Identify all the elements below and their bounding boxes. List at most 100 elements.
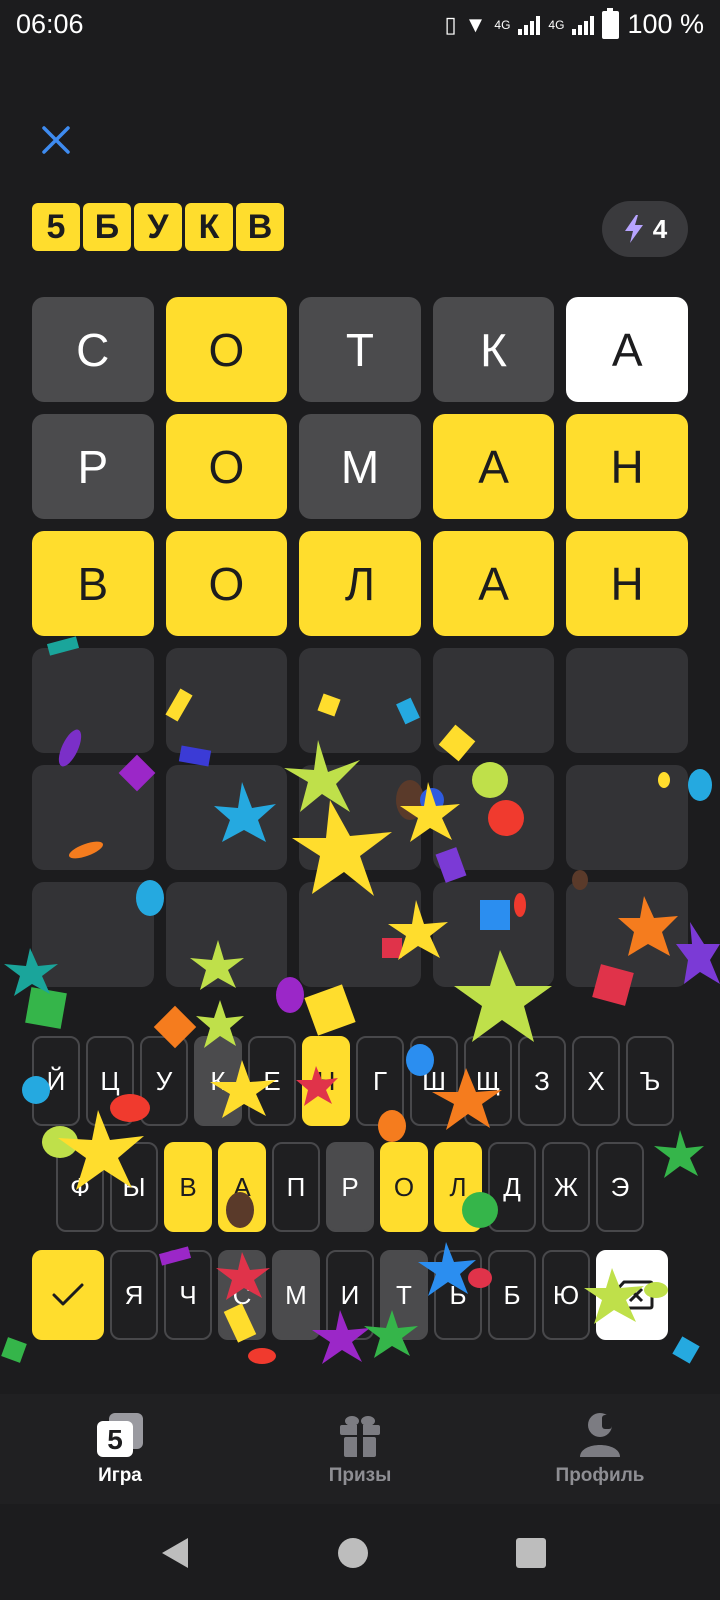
- key[interactable]: И: [326, 1250, 374, 1340]
- grid-tile: К: [432, 297, 555, 402]
- status-bar: 06:06 ▯ ▼ 4G 4G 100 %: [0, 0, 720, 50]
- key[interactable]: Н: [302, 1036, 350, 1126]
- key[interactable]: Г: [356, 1036, 404, 1126]
- key[interactable]: Й: [32, 1036, 80, 1126]
- key[interactable]: К: [194, 1036, 242, 1126]
- grid-row: [32, 882, 688, 987]
- signal-icon-2: [572, 15, 595, 35]
- battery-level: 100 %: [627, 9, 704, 39]
- grid-tile: Р: [32, 414, 154, 519]
- battery-icon: [602, 7, 620, 39]
- grid-tile-empty: [432, 648, 555, 753]
- back-icon[interactable]: [158, 1536, 192, 1570]
- grid-tile-empty: [566, 882, 688, 987]
- logo-letter: У: [134, 203, 182, 251]
- grid-tile: А: [432, 531, 555, 636]
- key[interactable]: А: [218, 1142, 266, 1232]
- key[interactable]: Ш: [410, 1036, 458, 1126]
- grid-tile: О: [165, 531, 288, 636]
- nav-item-profile[interactable]: Профиль: [480, 1394, 720, 1504]
- grid-tile: Н: [566, 531, 688, 636]
- network-type-2: 4G: [548, 17, 565, 32]
- status-time: 06:06: [16, 9, 84, 39]
- keyboard-row-1: ЙЦУКЕНГШЩЗХЪ: [32, 1036, 674, 1126]
- energy-counter[interactable]: 4: [602, 201, 688, 257]
- grid-tile: С: [32, 297, 154, 402]
- key[interactable]: Я: [110, 1250, 158, 1340]
- gift-icon: [340, 1416, 380, 1457]
- key[interactable]: З: [518, 1036, 566, 1126]
- key[interactable]: Ж: [542, 1142, 590, 1232]
- key[interactable]: Ф: [56, 1142, 104, 1232]
- vibrate-icon: ▯: [444, 11, 457, 37]
- key[interactable]: Р: [326, 1142, 374, 1232]
- grid-tile-empty: [299, 765, 421, 870]
- nav-label-game: Игра: [98, 1465, 142, 1486]
- key[interactable]: Д: [488, 1142, 536, 1232]
- key[interactable]: Ь: [434, 1250, 482, 1340]
- key[interactable]: В: [164, 1142, 212, 1232]
- grid-tile-empty: [32, 882, 154, 987]
- key[interactable]: Ъ: [626, 1036, 674, 1126]
- recents-icon[interactable]: [514, 1536, 548, 1570]
- profile-icon: [580, 1413, 620, 1457]
- grid-tile: Л: [299, 531, 421, 636]
- key[interactable]: С: [218, 1250, 266, 1340]
- key[interactable]: У: [140, 1036, 188, 1126]
- wifi-icon: ▼: [464, 11, 487, 37]
- key[interactable]: П: [272, 1142, 320, 1232]
- logo-letter: 5: [32, 203, 80, 251]
- energy-count: 4: [652, 213, 668, 244]
- status-icons: ▯ ▼ 4G 4G 100 %: [444, 7, 704, 40]
- grid-tile-empty: [432, 882, 555, 987]
- grid-row: СОТКА: [32, 297, 688, 402]
- enter-button[interactable]: [32, 1250, 104, 1340]
- close-button[interactable]: [38, 122, 74, 158]
- logo-letter: К: [185, 203, 233, 251]
- key[interactable]: Э: [596, 1142, 644, 1232]
- key[interactable]: Ы: [110, 1142, 158, 1232]
- logo-letter: В: [236, 203, 284, 251]
- key[interactable]: Б: [488, 1250, 536, 1340]
- network-type-1: 4G: [494, 17, 511, 32]
- grid-tile: А: [432, 414, 555, 519]
- grid-tile-empty: [299, 882, 421, 987]
- nav-label-profile: Профиль: [555, 1465, 645, 1486]
- keyboard-row-2: ФЫВАПРОЛДЖЭ: [56, 1142, 644, 1232]
- backspace-button[interactable]: [596, 1250, 668, 1340]
- grid-tile: О: [165, 414, 288, 519]
- nav-label-prizes: Призы: [328, 1465, 392, 1486]
- grid-tile-empty: [165, 648, 288, 753]
- lightning-icon: [624, 215, 643, 243]
- grid-tile-empty: [32, 765, 154, 870]
- check-icon: [52, 1283, 84, 1306]
- key[interactable]: Ц: [86, 1036, 134, 1126]
- grid-row: ВОЛАН: [32, 531, 688, 636]
- backspace-icon: [610, 1280, 654, 1310]
- nav-item-prizes[interactable]: Призы: [240, 1394, 480, 1504]
- close-icon: [42, 126, 70, 154]
- key[interactable]: Щ: [464, 1036, 512, 1126]
- grid-tile-empty: [165, 882, 288, 987]
- key[interactable]: Е: [248, 1036, 296, 1126]
- grid-tile-empty: [566, 765, 688, 870]
- key[interactable]: Х: [572, 1036, 620, 1126]
- keyboard-row-3: ЯЧСМИТЬБЮ: [32, 1250, 668, 1340]
- system-navigation-bar: [0, 1504, 720, 1600]
- key[interactable]: Ю: [542, 1250, 590, 1340]
- logo-letter: Б: [83, 203, 131, 251]
- grid-tile-empty: [432, 765, 555, 870]
- key[interactable]: М: [272, 1250, 320, 1340]
- grid-tile: В: [32, 531, 154, 636]
- grid-tile: О: [165, 297, 288, 402]
- grid-tile: Н: [566, 414, 688, 519]
- grid-tile: М: [299, 414, 421, 519]
- home-icon[interactable]: [336, 1536, 370, 1570]
- key[interactable]: Л: [434, 1142, 482, 1232]
- key[interactable]: Т: [380, 1250, 428, 1340]
- key[interactable]: О: [380, 1142, 428, 1232]
- grid-tile-empty: [32, 648, 154, 753]
- nav-item-game[interactable]: 5 Игра: [0, 1394, 240, 1504]
- bottom-navigation: 5 Игра Призы Профиль: [0, 1394, 720, 1504]
- key[interactable]: Ч: [164, 1250, 212, 1340]
